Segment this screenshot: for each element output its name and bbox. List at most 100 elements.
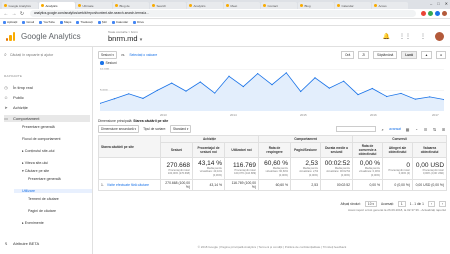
apps-grid-icon[interactable]: ⋮⋮	[399, 33, 411, 40]
granularity-button[interactable]: Zi	[358, 51, 369, 59]
close-icon[interactable]: ✕	[445, 1, 448, 6]
rows-per-page-select[interactable]: 10 ▾	[364, 201, 377, 207]
url-input[interactable]: analytics.google.com/analytics/web/#/rep…	[30, 10, 416, 17]
reload-icon[interactable]: ↻	[19, 11, 25, 17]
browser-tab[interactable]: Acces	[372, 2, 408, 9]
search-icon[interactable]: ⌕	[380, 127, 385, 132]
search-input[interactable]: Căutați în rapoarte și ajutor	[10, 53, 53, 57]
line-chart-icon[interactable]: ▲	[420, 51, 433, 59]
data-point[interactable]	[128, 93, 130, 95]
data-point[interactable]	[285, 72, 287, 74]
data-point[interactable]	[328, 87, 330, 89]
bookmark-item[interactable]: Drive	[133, 20, 144, 24]
browser-tab[interactable]: Ultimate	[76, 2, 112, 9]
data-point[interactable]	[242, 85, 244, 88]
performance-view-icon[interactable]: ☰	[423, 127, 428, 132]
column-header[interactable]: Pagini/Sesiune	[290, 142, 322, 158]
advanced-filter-link[interactable]: avansat	[389, 127, 401, 131]
browser-tab[interactable]: Analytics	[187, 2, 223, 9]
sidebar-subitem[interactable]: Utilizare	[14, 189, 92, 193]
table-view-icon[interactable]: ▦	[405, 127, 410, 132]
browser-tab[interactable]: Analytics	[39, 2, 75, 9]
browser-tab[interactable]: Blog de	[113, 2, 149, 9]
data-point[interactable]	[271, 84, 273, 86]
granularity-button[interactable]: Oră	[340, 51, 355, 59]
data-point[interactable]	[300, 90, 302, 93]
column-header[interactable]: Durata medie a sesiunii	[320, 142, 354, 158]
sidebar-search[interactable]: ⌕ Căutați în rapoarte și ajutor	[4, 51, 88, 59]
sidebar-item-person[interactable]: ☺ Public	[4, 94, 90, 101]
bookmark-item[interactable]: YouTube	[39, 20, 55, 24]
browser-tab[interactable]: Meet	[224, 2, 260, 9]
column-header[interactable]: Starea căutării pe site	[98, 135, 161, 158]
bookmark-item[interactable]: Calendar	[111, 20, 128, 24]
sort-select[interactable]: Standard ▾	[170, 125, 192, 133]
extension-icon[interactable]	[435, 11, 440, 16]
sidebar-subitem[interactable]: Prezentare generală	[22, 125, 55, 129]
data-point[interactable]	[228, 75, 230, 77]
notifications-icon[interactable]: 🔔	[383, 33, 390, 40]
data-point[interactable]	[357, 93, 359, 96]
sidebar-item-behavior[interactable]: ▭ Comportament	[4, 115, 90, 122]
data-point[interactable]	[386, 95, 388, 98]
column-header[interactable]: Atingeri ale obiectivului	[382, 142, 414, 158]
data-point[interactable]	[156, 89, 158, 91]
extension-icon[interactable]	[428, 11, 433, 16]
data-point[interactable]	[214, 92, 216, 94]
data-point[interactable]	[113, 98, 115, 100]
column-header[interactable]: Rata de respingere	[258, 142, 292, 158]
data-point[interactable]	[343, 80, 345, 82]
next-page-icon[interactable]: ›	[438, 201, 446, 207]
data-point[interactable]	[142, 97, 144, 99]
data-point[interactable]	[429, 96, 431, 98]
property-selector[interactable]: bnrm.md ▾	[108, 34, 142, 43]
data-point[interactable]	[171, 82, 173, 84]
bookmark-item[interactable]: Știri	[97, 20, 107, 24]
extension-icon[interactable]	[421, 11, 426, 16]
column-header[interactable]: Sesiuni	[160, 142, 193, 158]
comparison-view-icon[interactable]: ⇅	[432, 127, 437, 132]
table-search-input[interactable]	[336, 126, 377, 132]
bookmark-item[interactable]: Traduceți	[76, 20, 93, 24]
bookmark-item[interactable]: Maps	[59, 20, 71, 24]
goto-input[interactable]: 1	[397, 201, 406, 207]
browser-tab[interactable]: Contact	[261, 2, 297, 9]
data-point[interactable]	[314, 77, 316, 79]
data-point[interactable]	[371, 87, 373, 90]
profile-avatar[interactable]	[442, 11, 447, 16]
forward-icon[interactable]: →	[11, 11, 17, 17]
sessions-line-chart[interactable]	[100, 69, 444, 111]
secondary-dimension-select[interactable]: Dimensiune secundară ▾	[98, 125, 140, 133]
data-point[interactable]	[199, 81, 201, 83]
column-header[interactable]: Valoarea obiectivului	[412, 142, 448, 158]
sidebar-item-attribution[interactable]: ↯ Atribuire BETA	[4, 240, 90, 247]
sidebar-subitem[interactable]: Prezentare generală	[28, 177, 61, 181]
sidebar-subitem[interactable]: Pagini de căutare	[28, 209, 56, 213]
prev-page-icon[interactable]: ‹	[427, 201, 435, 207]
browser-tab[interactable]: Search	[150, 2, 186, 9]
sidebar-subitem[interactable]: ▸ Conținutul site-ului	[22, 149, 54, 153]
motion-chart-icon[interactable]: ●	[436, 51, 446, 59]
bookmark-item[interactable]: Gmail	[22, 20, 34, 24]
avatar[interactable]	[435, 32, 444, 41]
sidebar-item-acquisition[interactable]: ➤ Achiziție	[4, 104, 90, 111]
data-point[interactable]	[185, 90, 187, 92]
data-point[interactable]	[400, 92, 402, 95]
minimize-icon[interactable]: –	[430, 1, 432, 6]
sidebar-subitem[interactable]: ▾ Căutare pe site	[22, 169, 49, 173]
select-metric-link[interactable]: Selectați o valoare	[129, 53, 157, 57]
browser-tab[interactable]: Calendar	[335, 2, 371, 9]
sidebar-subitem[interactable]: ▸ Viteza site-ului	[22, 161, 48, 165]
pivot-view-icon[interactable]: ⊞	[441, 127, 446, 132]
sidebar-item-clock[interactable]: ◷ În timp real	[4, 84, 90, 91]
more-vert-icon[interactable]: ⋮	[420, 33, 426, 40]
sidebar-subitem[interactable]: Fluxul de comportament	[22, 137, 61, 141]
sidebar-subitem[interactable]: Termeni de căutare	[28, 197, 59, 201]
column-header[interactable]: Utilizatori noi	[223, 142, 260, 158]
browser-tab[interactable]: Blog	[298, 2, 334, 9]
sidebar-subitem[interactable]: ▸ Evenimente	[22, 221, 44, 225]
column-header[interactable]: Rata de conversie a obiectivului	[352, 142, 384, 158]
browser-tab[interactable]: Google Analytics	[2, 2, 38, 9]
percentage-view-icon[interactable]: ◔	[414, 127, 419, 132]
back-icon[interactable]: ←	[3, 11, 9, 17]
